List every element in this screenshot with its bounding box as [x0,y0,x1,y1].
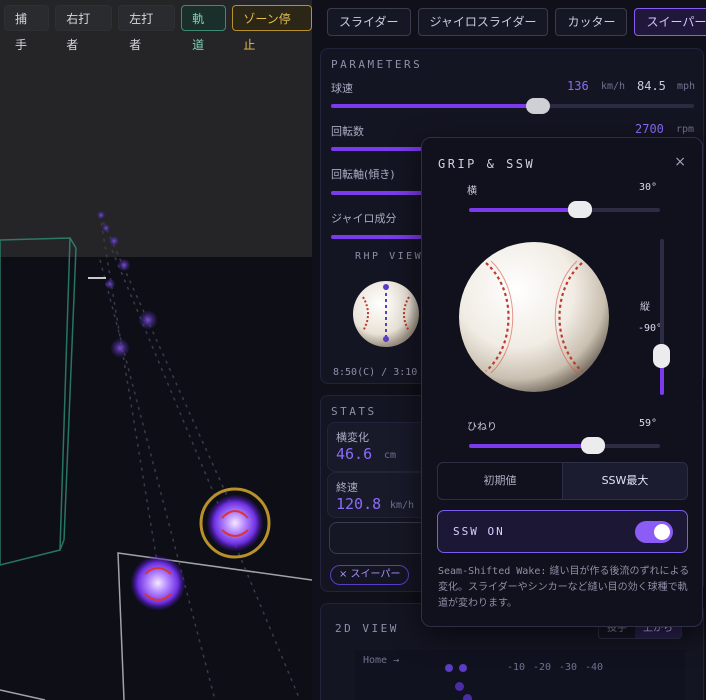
strike-zone-frame [0,237,77,566]
view-2d-plot: Home → -10 -20 -30 -40 [355,650,685,700]
compare-chip[interactable]: × スイーパー [330,565,410,585]
pitched-ball [131,556,185,610]
horizontal-break-value: 46.6 [336,445,373,463]
speed-label: 球速 [331,82,353,95]
pitch-3d-view[interactable]: 捕手 右打者 左打者 軌道 ゾーン停止 [0,0,312,700]
spin-value: 2700 [635,122,664,136]
ssw-toggle-switch[interactable] [635,521,673,543]
speed-slider-fill [331,104,538,108]
left-batter-button[interactable]: 左打者 [118,5,176,52]
ssw-description: Seam-Shifted Wake: 縫い目が作る後流のずれによる変化。スライダ… [438,564,690,612]
speed-slider-handle[interactable] [525,98,550,114]
speed-mph-value: 84.5 [637,79,666,93]
ssw-toggle-row[interactable]: SSW ON [437,510,688,553]
tab-cutter[interactable]: カッター [555,8,628,36]
reset-default-button[interactable]: 初期値 [438,463,562,499]
terminal-speed-label: 終速 [336,481,358,494]
hineri-label: ひねり [467,422,497,433]
trajectory-dot [463,694,472,700]
grip-ssw-dialog: GRIP & SSW × 横 30° 縦 -90° ひねり 59° 初期値 SS… [421,137,703,627]
ssw-toggle-label: SSW ON [453,525,505,538]
trajectory-guides [99,214,301,700]
yoko-value: 30° [639,182,658,193]
tab-slider[interactable]: スライダー [327,8,411,36]
terminal-speed-unit: km/h [390,500,415,511]
view-2d-title: 2D VIEW [335,622,399,635]
tate-slider-handle[interactable] [653,344,670,368]
parameters-title: PARAMETERS [331,58,423,71]
horizontal-break-label: 横変化 [336,431,369,444]
trajectory-dot [445,664,453,672]
yoko-slider[interactable] [469,201,660,218]
trajectory-toggle-button[interactable]: 軌道 [181,5,227,52]
zone-ball-marker [199,487,271,559]
tab-gyro-slider[interactable]: ジャイロスライダー [417,8,549,36]
tab-sweeper[interactable]: スイーパー [634,8,706,36]
trajectory-dot [459,664,467,672]
speed-mph-unit: mph [677,81,696,92]
spin-label: 回転数 [331,125,364,138]
zone-stop-button[interactable]: ゾーン停止 [232,5,312,52]
trajectory-dot [455,682,464,691]
tate-value: -90° [638,323,663,334]
yoko-slider-handle[interactable] [567,201,592,218]
hineri-slider-handle[interactable] [581,437,606,454]
tick-label: -10 [507,662,526,673]
tate-slider[interactable] [653,239,670,395]
horizontal-break-unit: cm [384,450,397,461]
rhp-ball-preview [353,281,419,347]
terminal-speed-value: 120.8 [336,495,382,513]
spin-axis-label: 回転軸(傾き) [331,168,395,181]
scene-canvas [0,211,312,700]
ball-trail [97,211,157,357]
stats-title: STATS [331,405,377,418]
spin-unit: rpm [676,124,695,135]
baseball-grip-preview[interactable] [458,241,610,393]
spin-clock-readout: 8:50(C) / 3:10 [333,367,418,378]
toggle-knob [654,524,670,540]
close-icon[interactable]: × [674,154,686,170]
tate-label: 縦 [640,302,650,313]
hineri-value: 59° [639,418,658,429]
speed-kmh-unit: km/h [601,81,626,92]
pitch-type-tabs: スライダー ジャイロスライダー カッター スイーパー シュ [327,8,706,36]
ssw-max-button[interactable]: SSW最大 [562,463,687,499]
hineri-slider[interactable] [469,437,660,454]
ssw-description-term: Seam-Shifted Wake: [438,566,547,577]
grip-dialog-title: GRIP & SSW [438,157,536,171]
tick-label: -20 [533,662,552,673]
speed-slider[interactable] [331,98,694,114]
yoko-slider-fill [469,208,580,212]
right-batter-button[interactable]: 右打者 [55,5,113,52]
gyro-label: ジャイロ成分 [331,212,397,225]
view-toolbar: 捕手 右打者 左打者 軌道 ゾーン停止 [4,5,312,52]
grip-preset-selector: 初期値 SSW最大 [437,462,688,500]
speed-kmh-value: 136 [567,79,589,93]
tick-label: -40 [585,662,604,673]
hineri-slider-fill [469,444,594,448]
yoko-label: 横 [467,186,477,197]
catcher-view-button[interactable]: 捕手 [4,5,50,52]
tick-label: -30 [559,662,578,673]
rhp-view-title: RHP VIEW [355,251,424,262]
home-label: Home → [363,655,400,666]
